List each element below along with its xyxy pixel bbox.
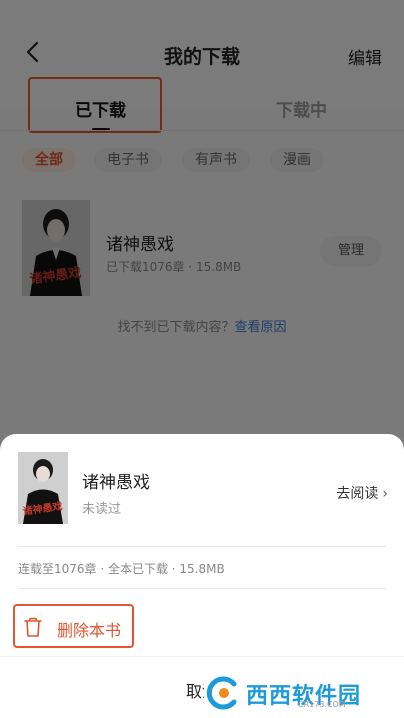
delete-book-label: 删除本书 [57,621,122,640]
delete-book-button[interactable]: 删除本书 [13,604,134,648]
chevron-right-icon: › [382,486,388,502]
watermark-c-logo-icon [206,676,237,710]
go-read-button[interactable]: 去阅读 › [336,483,388,503]
trash-icon [24,617,42,637]
go-read-label: 去阅读 [336,486,379,502]
sheet-book-cover: 诸神愚戏 [18,452,68,524]
watermark-url: CR173.COM [298,700,346,709]
sheet-book-info: 连载至1076章 · 全本已下载 · 15.8MB [18,562,225,576]
sheet-read-status: 未读过 [82,502,122,517]
watermark-logo: 西西软件园 CR173.COM [204,670,398,716]
divider [18,588,386,589]
divider [18,546,386,547]
divider [0,656,404,657]
sheet-book-title: 诸神愚戏 [82,473,150,493]
sheet-cover-art-icon: 诸神愚戏 [18,452,68,524]
